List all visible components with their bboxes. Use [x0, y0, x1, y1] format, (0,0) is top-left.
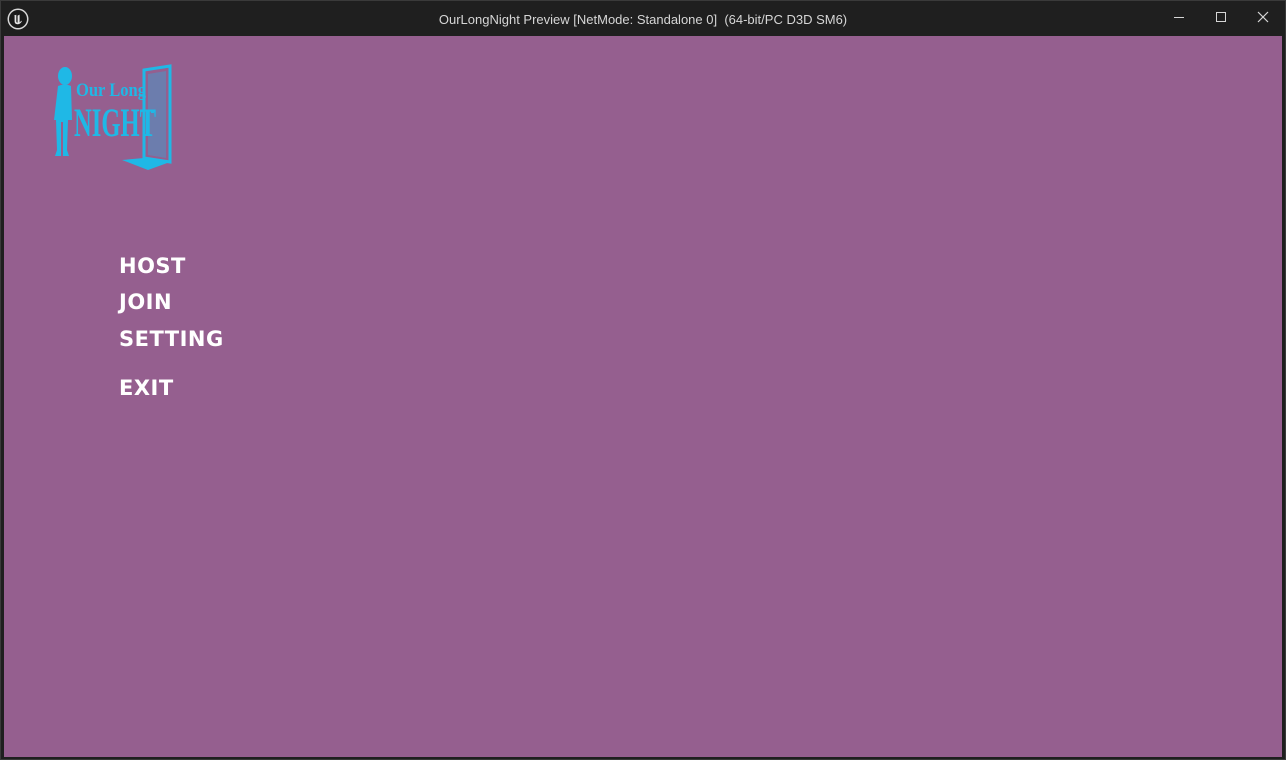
exit-button[interactable]: EXIT: [119, 375, 174, 401]
title-bar[interactable]: OurLongNight Preview [NetMode: Standalon…: [1, 1, 1285, 36]
close-icon: [1257, 11, 1269, 23]
game-logo: Our Long NIGHT: [54, 64, 172, 170]
join-button[interactable]: JOIN: [119, 289, 172, 315]
logo-text-line2: NIGHT: [74, 100, 156, 145]
close-button[interactable]: [1242, 1, 1284, 33]
minimize-button[interactable]: [1158, 1, 1200, 33]
maximize-button[interactable]: [1200, 1, 1242, 33]
child-silhouette-icon: [54, 67, 72, 156]
game-viewport[interactable]: Our Long NIGHT HOST JOIN SETTING EXIT: [4, 36, 1282, 757]
application-window: OurLongNight Preview [NetMode: Standalon…: [0, 0, 1286, 760]
minimize-icon: [1174, 17, 1184, 18]
host-button[interactable]: HOST: [119, 253, 186, 279]
logo-text-line1: Our Long: [76, 80, 146, 101]
maximize-icon: [1216, 12, 1226, 22]
setting-button[interactable]: SETTING: [119, 326, 224, 352]
window-title: OurLongNight Preview [NetMode: Standalon…: [438, 12, 848, 27]
